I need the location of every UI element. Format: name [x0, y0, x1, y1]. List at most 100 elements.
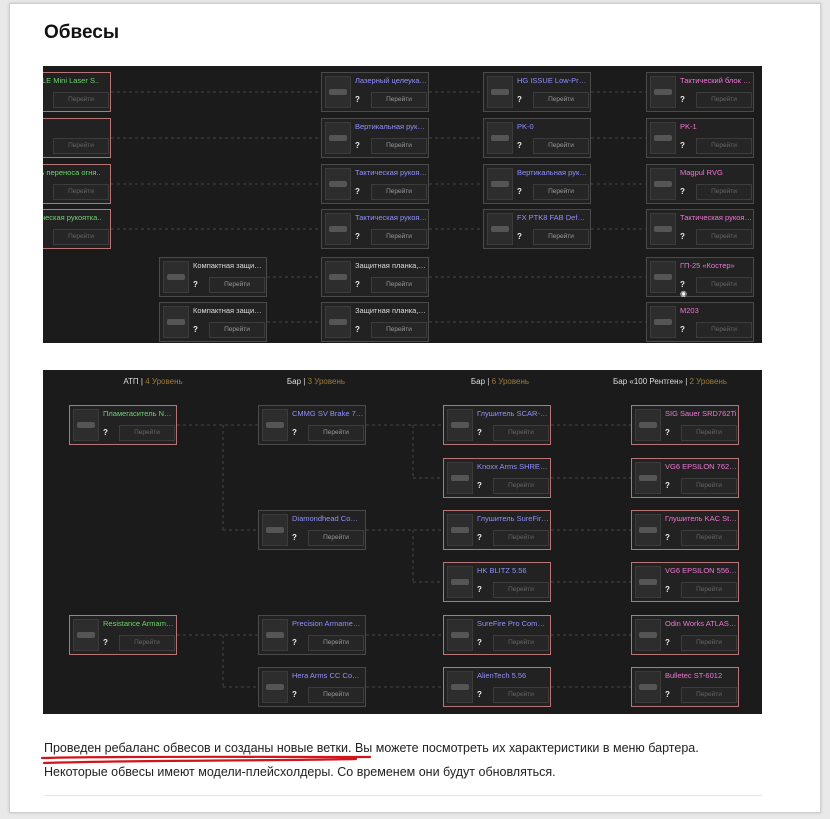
- upgrade-node: HG ISSUE Low-Profile L..? Перейти: [483, 72, 591, 112]
- info-question-mark: ?: [665, 638, 670, 647]
- go-button[interactable]: Перейти: [696, 92, 752, 108]
- attachment-icon: [77, 422, 95, 428]
- upgrade-node: Компактная защитная..? Перейти: [159, 257, 267, 297]
- upgrade-node: ГП-25 «Костер» ? ◉ Перейти: [646, 257, 754, 298]
- go-button[interactable]: Перейти: [681, 687, 737, 703]
- attachment-name: Precision Armament M..: [292, 619, 364, 628]
- go-button[interactable]: Перейти: [696, 184, 752, 200]
- go-button[interactable]: Перейти: [119, 425, 175, 441]
- attachment-name: Глушитель SureFire SD..: [477, 514, 549, 523]
- attachment-name: Odin Works ATLAS 7.6..: [665, 619, 737, 628]
- go-button[interactable]: Перейти: [533, 138, 589, 154]
- attachment-name: Вертикальная рукоятк..: [355, 122, 427, 131]
- go-button[interactable]: Перейти: [493, 635, 549, 651]
- go-button[interactable]: Перейти: [493, 687, 549, 703]
- go-button[interactable]: Перейти: [681, 530, 737, 546]
- upgrade-node: Вертикальная рукоятк..? Перейти: [321, 118, 429, 158]
- go-button[interactable]: Перейти: [308, 530, 364, 546]
- upgrade-node: Пламегаситель Novas..? Перейти: [69, 405, 177, 445]
- attachment-icon: [639, 632, 657, 638]
- attachment-thumbnail: [635, 619, 661, 651]
- upgrade-node: Bulletec ST-6012? Перейти: [631, 667, 739, 707]
- info-question-mark: ?: [43, 95, 49, 104]
- upgrade-node: Resistance Armament..? Перейти: [69, 615, 177, 655]
- go-button[interactable]: Перейти: [696, 138, 752, 154]
- upgrade-node: Лазерный целеуказате..? Перейти: [321, 72, 429, 112]
- go-button[interactable]: Перейти: [371, 277, 427, 293]
- attachment-thumbnail: [447, 619, 473, 651]
- go-button[interactable]: Перейти: [681, 635, 737, 651]
- tier-header: Бар | 6 Уровень: [410, 377, 590, 386]
- attachment-name: Вертикальная рукоятк..: [517, 168, 589, 177]
- attachment-name: Resistance Armament..: [103, 619, 175, 628]
- go-button[interactable]: Перейти: [308, 425, 364, 441]
- attachment-thumbnail: [325, 122, 351, 154]
- info-question-mark: ?: [680, 232, 685, 241]
- go-button[interactable]: Перейти: [696, 277, 752, 293]
- attachment-icon: [451, 579, 469, 585]
- info-question-mark: ?: [477, 690, 482, 699]
- upgrade-node: Diamondhead Compen..? Перейти: [258, 510, 366, 550]
- attachment-name: HG ISSUE Low-Profile L..: [517, 76, 589, 85]
- go-button[interactable]: Перейти: [493, 582, 549, 598]
- go-button[interactable]: Перейти: [681, 582, 737, 598]
- attachment-thumbnail: [325, 168, 351, 200]
- attachment-name: BLE Mini Laser S..: [43, 76, 100, 85]
- go-button[interactable]: Перейти: [371, 92, 427, 108]
- go-button[interactable]: Перейти: [371, 138, 427, 154]
- info-question-mark: ?: [665, 428, 670, 437]
- go-button[interactable]: Перейти: [53, 229, 109, 245]
- trader-label: Бар |: [470, 377, 492, 386]
- attachment-thumbnail: [73, 409, 99, 441]
- info-question-mark: ?: [193, 325, 198, 334]
- attachment-thumbnail: [487, 76, 513, 108]
- go-button[interactable]: Перейти: [53, 92, 109, 108]
- go-button[interactable]: Перейти: [371, 229, 427, 245]
- attachment-name: Тактическая рукоятка..: [355, 213, 427, 222]
- go-button[interactable]: Перейти: [119, 635, 175, 651]
- attachment-icon: [491, 226, 509, 232]
- go-button[interactable]: Перейти: [493, 425, 549, 441]
- go-button[interactable]: Перейти: [371, 184, 427, 200]
- go-button[interactable]: Перейти: [533, 184, 589, 200]
- info-question-mark: ?: [477, 428, 482, 437]
- go-button[interactable]: Перейти: [681, 425, 737, 441]
- go-button[interactable]: Перейти: [209, 277, 265, 293]
- info-question-mark: ?: [292, 690, 297, 699]
- info-question-mark: ?: [517, 187, 522, 196]
- attachment-icon: [654, 89, 672, 95]
- go-button[interactable]: Перейти: [681, 478, 737, 494]
- info-question-mark: ?: [665, 533, 670, 542]
- go-button[interactable]: Перейти: [533, 92, 589, 108]
- level-label: 2 Уровень: [689, 377, 728, 386]
- attachment-name: Глушитель KAC Style Q..: [665, 514, 737, 523]
- go-button[interactable]: Перейти: [308, 687, 364, 703]
- info-question-mark: ?: [517, 232, 522, 241]
- attachment-thumbnail: [262, 619, 288, 651]
- attachment-icon: [654, 181, 672, 187]
- paragraph-placeholders: Некоторые обвесы имеют модели-плейсхолде…: [44, 765, 556, 779]
- go-button[interactable]: Перейти: [53, 138, 109, 154]
- upgrade-node: PK-0? Перейти: [483, 118, 591, 158]
- go-button[interactable]: Перейти: [696, 229, 752, 245]
- go-button[interactable]: Перейти: [53, 184, 109, 200]
- attachment-icon: [491, 181, 509, 187]
- go-button[interactable]: Перейти: [371, 322, 427, 338]
- go-button[interactable]: Перейти: [493, 478, 549, 494]
- attachment-thumbnail: [487, 213, 513, 245]
- info-question-mark: ?: [477, 585, 482, 594]
- upgrade-node: Odin Works ATLAS 7.6..? Перейти: [631, 615, 739, 655]
- go-button[interactable]: Перейти: [493, 530, 549, 546]
- attachment-icon: [491, 89, 509, 95]
- upgrade-node: VG6 EPSILON 762 Mu..? Перейти: [631, 458, 739, 498]
- attachment-thumbnail: [487, 168, 513, 200]
- info-question-mark: ?: [355, 187, 360, 196]
- attachment-name: Защитная планка, чер..: [355, 306, 427, 315]
- go-button[interactable]: Перейти: [209, 322, 265, 338]
- go-button[interactable]: Перейти: [308, 635, 364, 651]
- go-button[interactable]: Перейти: [696, 322, 752, 338]
- go-button[interactable]: Перейти: [533, 229, 589, 245]
- attachment-name: Magpul RVG: [680, 168, 723, 177]
- upgrade-node: Тактическая рукоятка..? Перейти: [321, 209, 429, 249]
- attachment-name: VG6 EPSILON 762 Mu..: [665, 462, 737, 471]
